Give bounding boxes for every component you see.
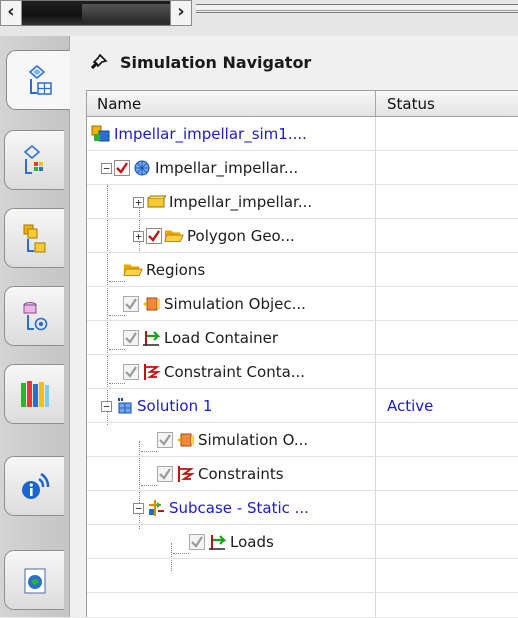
tree-item-label: Constraints xyxy=(198,465,284,483)
part-body-icon xyxy=(146,193,166,211)
simulation-object-icon xyxy=(175,431,195,449)
constraint-icon xyxy=(175,465,195,483)
tree-item-label: Impellar_impellar... xyxy=(155,159,299,177)
assembly-navigator-icon xyxy=(23,224,45,253)
column-header-status[interactable]: Status xyxy=(387,95,435,113)
column-divider[interactable] xyxy=(375,91,376,117)
navigator-header: Simulation Navigator xyxy=(90,50,311,74)
part-navigator-icon xyxy=(23,302,47,331)
scroll-right-button[interactable]: › xyxy=(170,0,192,26)
collapse-toggle[interactable]: − xyxy=(133,502,144,514)
tree-row[interactable]: + Polygon Geo... xyxy=(87,219,518,253)
tab-part-navigator[interactable] xyxy=(4,286,64,346)
simulation-object-icon xyxy=(141,295,161,313)
pin-icon[interactable] xyxy=(90,53,108,71)
tree-item-label: Solution 1 xyxy=(137,397,213,415)
fem-mesh-icon xyxy=(132,159,152,177)
tree-row[interactable]: Load Container xyxy=(87,321,518,355)
column-header-name[interactable]: Name xyxy=(97,95,141,113)
horizontal-scrollbar[interactable] xyxy=(22,0,170,26)
simulation-navigator-icon xyxy=(28,65,52,95)
tree-row[interactable]: Constraint Conta... xyxy=(87,355,518,389)
visibility-checkbox[interactable] xyxy=(123,296,139,312)
constraint-container-icon xyxy=(141,363,161,381)
load-container-icon xyxy=(141,329,161,347)
tree-row-empty xyxy=(87,559,518,593)
tree-item-label: Polygon Geo... xyxy=(187,227,295,245)
load-icon xyxy=(207,533,227,551)
tree-item-status: Active xyxy=(387,397,434,415)
tree-row[interactable]: − Subcase - Static ... xyxy=(87,491,518,525)
tree-item-label: Simulation O... xyxy=(198,431,309,449)
visibility-checkbox[interactable] xyxy=(157,466,173,482)
tab-reuse-library[interactable] xyxy=(4,364,64,424)
tree-row[interactable]: Simulation O... xyxy=(87,423,518,457)
simulation-navigator-panel: Simulation Navigator Name Status Impella… xyxy=(70,36,518,618)
history-icon xyxy=(24,568,45,594)
tree-row[interactable]: Regions xyxy=(87,253,518,287)
tab-hd3d-tools[interactable] xyxy=(4,456,64,516)
tree-row[interactable]: − Solution 1 Active xyxy=(87,389,518,423)
scrollbar-thumb[interactable] xyxy=(82,4,170,22)
expand-toggle[interactable]: + xyxy=(133,230,144,242)
visibility-checkbox[interactable] xyxy=(157,432,173,448)
visibility-checkbox[interactable] xyxy=(123,330,139,346)
visibility-checkbox[interactable] xyxy=(146,228,162,244)
tab-assembly-navigator[interactable] xyxy=(4,208,64,268)
subcase-icon xyxy=(146,499,166,517)
tab-history[interactable] xyxy=(4,550,64,610)
tree-item-label: Loads xyxy=(230,533,274,551)
simulation-file-view-icon xyxy=(23,145,43,174)
collapse-toggle[interactable]: − xyxy=(101,162,112,174)
tree-row[interactable]: Constraints xyxy=(87,457,518,491)
info-broadcast-icon xyxy=(21,472,49,499)
library-icon xyxy=(20,381,49,407)
navigator-tree-table: Name Status Impellar_impellar_sim1.... −… xyxy=(86,90,518,618)
tree-item-label: Constraint Conta... xyxy=(164,363,306,381)
tab-simulation-file-view[interactable] xyxy=(4,130,64,190)
page-title: Simulation Navigator xyxy=(120,52,312,72)
resource-bar xyxy=(0,36,72,617)
tree-item-label: Subcase - Static ... xyxy=(169,499,309,517)
expand-toggle[interactable]: + xyxy=(133,196,144,208)
scroll-left-button[interactable]: ‹ xyxy=(0,0,22,26)
visibility-checkbox[interactable] xyxy=(189,534,205,550)
tab-simulation-navigator[interactable] xyxy=(6,50,72,110)
folder-open-icon xyxy=(164,227,184,245)
tree-row[interactable]: Loads xyxy=(87,525,518,559)
toolbar-rule-line xyxy=(196,10,518,11)
tree-item-label: Simulation Objec... xyxy=(164,295,306,313)
tree-item-label: Impellar_impellar... xyxy=(169,193,313,211)
toolbar-rule xyxy=(196,4,518,13)
tree-item-label: Impellar_impellar_sim1.... xyxy=(114,125,307,143)
collapse-toggle[interactable]: − xyxy=(101,400,112,412)
folder-open-icon xyxy=(123,261,143,279)
tree-row[interactable]: Impellar_impellar_sim1.... xyxy=(87,117,518,151)
solution-icon xyxy=(114,397,134,415)
tree-item-label: Regions xyxy=(146,261,206,279)
column-header-row: Name Status xyxy=(87,91,518,117)
visibility-checkbox[interactable] xyxy=(114,160,130,176)
tree-row[interactable]: + Impellar_impellar... xyxy=(87,185,518,219)
sim-file-icon xyxy=(91,125,111,143)
tree-item-label: Load Container xyxy=(164,329,279,347)
top-scroll-strip: ‹ › xyxy=(0,0,518,36)
visibility-checkbox[interactable] xyxy=(123,364,139,380)
tree-row[interactable]: − Impellar_impellar... xyxy=(87,151,518,185)
tree-row[interactable]: Simulation Objec... xyxy=(87,287,518,321)
